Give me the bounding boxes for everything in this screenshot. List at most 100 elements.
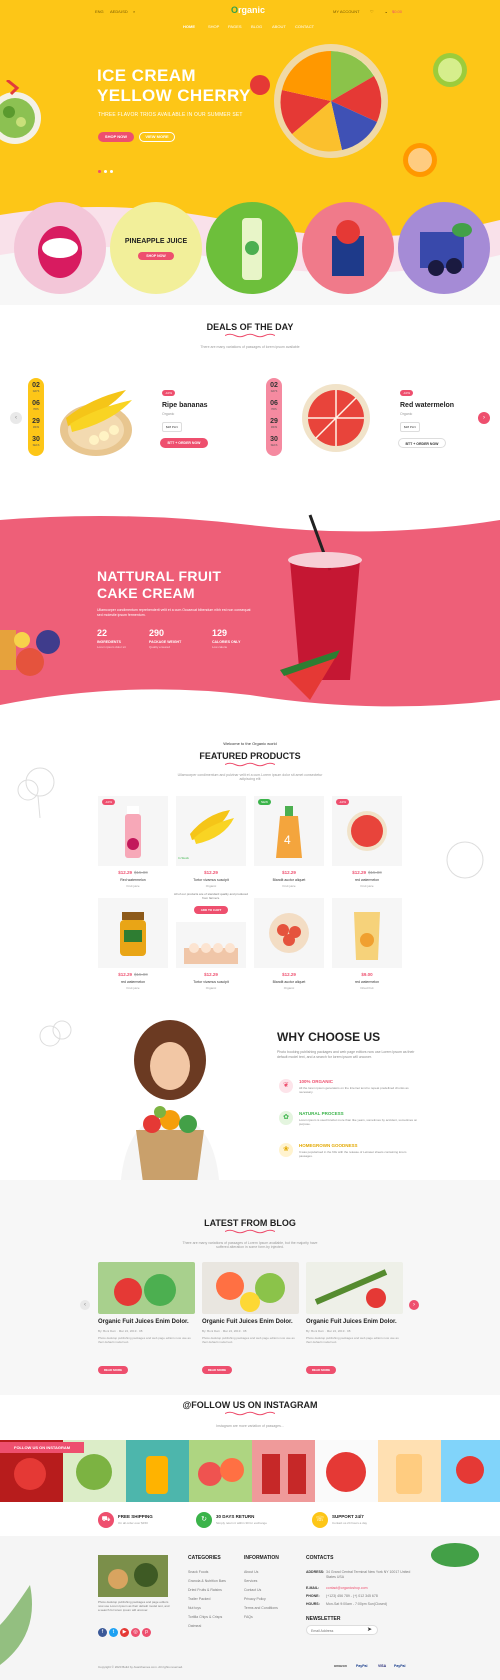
nav-contact[interactable]: CONTACT	[295, 24, 314, 29]
category-yogurt[interactable]	[14, 202, 106, 294]
products-welcome: Welcome to the Organic world	[223, 741, 277, 746]
product-card[interactable]: In Stock	[176, 796, 246, 866]
footer-info-link[interactable]: Terms and Conditions	[244, 1606, 278, 1610]
countdown-label: HRS	[33, 408, 39, 411]
homegrown-icon: ❀	[279, 1143, 293, 1157]
instagram-follow-label[interactable]: FOLLOW US ON INSTAGRAM	[0, 1442, 85, 1453]
slider-dots[interactable]	[98, 170, 118, 173]
footer-about-text: Photo desktop publishing packages and pa…	[98, 1600, 170, 1612]
nav-about[interactable]: ABOUT	[272, 24, 286, 29]
add-to-cart-button[interactable]: ADD TO CART	[194, 906, 228, 914]
hero-subtitle: THREE FLAVOR TRIOS AVAILABLE IN OUR SUMM…	[98, 112, 243, 118]
blog-prev-arrow[interactable]: ‹	[80, 1300, 90, 1310]
blog-post-image[interactable]	[306, 1262, 403, 1314]
lime-image	[433, 53, 467, 87]
read-more-button[interactable]: READ MORE	[202, 1366, 232, 1374]
view-more-button[interactable]: VIEW MORE	[139, 132, 175, 142]
order-now-button[interactable]: BTT + ORDER NOW	[160, 438, 208, 448]
product-card[interactable]: -10%	[98, 796, 168, 866]
deal-product-name[interactable]: Ripe bananas	[162, 402, 208, 409]
facebook-icon[interactable]: f	[98, 1628, 107, 1637]
can-icon	[242, 218, 262, 280]
product-name[interactable]: Blandit auctor aliquet	[254, 980, 324, 984]
heart-icon[interactable]: ♡	[370, 9, 374, 14]
footer-category-link[interactable]: Oatmeal	[188, 1624, 201, 1628]
cart-icon[interactable]: ◒	[385, 9, 387, 14]
nav-home[interactable]: HOME	[183, 24, 195, 29]
feature-sub: On all order over $150	[118, 1521, 148, 1525]
shop-now-button[interactable]: SHOP NOW	[98, 132, 134, 142]
product-card[interactable]	[254, 898, 324, 968]
contact-hours: Mon-Sat 9:00am - 7:00pm Sun(Closed)	[326, 1602, 388, 1606]
support-icon: ☏	[312, 1512, 328, 1528]
honey-jar-icon	[120, 912, 146, 956]
post-author: By: Boni Dwn	[202, 1329, 221, 1333]
read-more-button[interactable]: READ MORE	[98, 1366, 128, 1374]
blog-next-arrow[interactable]: ›	[409, 1300, 419, 1310]
footer-info-link[interactable]: Services	[244, 1579, 257, 1583]
product-name[interactable]: Blandit auctor aliquet	[254, 878, 324, 882]
blog-post-image[interactable]	[98, 1262, 195, 1314]
product-card[interactable]	[332, 898, 402, 968]
product-card[interactable]: NEW 4	[254, 796, 324, 866]
blog-post-title[interactable]: Organic Fuit Juices Enim Dolor.	[202, 1319, 293, 1325]
product-category: Organic	[283, 986, 295, 990]
blog-post-image[interactable]	[202, 1262, 299, 1314]
contact-email[interactable]: contact@organicshop.com	[326, 1586, 368, 1590]
footer-category-link[interactable]: Snack Foods	[188, 1570, 208, 1574]
footer-info-link[interactable]: About Us	[244, 1570, 258, 1574]
product-name[interactable]: Tortor vivamus suscipit	[176, 980, 246, 984]
product-card[interactable]	[176, 922, 246, 968]
category-shop-now-button[interactable]: SHOP NOW	[138, 252, 174, 260]
countdown: 02 DAYS 06 HRS 29 MINS 30 SECS	[266, 378, 282, 456]
youtube-icon[interactable]: ▶	[120, 1628, 129, 1637]
order-now-button[interactable]: BTT + ORDER NOW	[398, 438, 446, 448]
category-green-drink[interactable]	[206, 202, 298, 294]
snack-bag-icon	[354, 912, 380, 960]
stat-number: 290	[149, 628, 165, 638]
product-name[interactable]: red watermelon	[98, 980, 168, 984]
deals-prev-arrow[interactable]: ‹	[10, 412, 22, 424]
footer-category-link[interactable]: Tortilla Chips & Crisps	[188, 1615, 222, 1619]
search-icon[interactable]: ⌕	[133, 9, 135, 14]
instagram-icon[interactable]: ◎	[131, 1628, 140, 1637]
twitter-icon[interactable]: t	[109, 1628, 118, 1637]
send-icon[interactable]: ➤	[367, 1626, 372, 1633]
deal-product-name[interactable]: Red watermelon	[400, 402, 454, 409]
category-tomato[interactable]	[302, 202, 394, 294]
product-name[interactable]: red watermelon	[332, 980, 402, 984]
footer-category-link[interactable]: Granola & Nutrition Bars	[188, 1579, 226, 1583]
newsletter-email-input[interactable]	[311, 1627, 363, 1634]
footer-info-link[interactable]: Contact Us	[244, 1588, 261, 1592]
language-select[interactable]: ENG	[95, 9, 104, 14]
contact-key: HOURS:	[306, 1602, 320, 1606]
account-link[interactable]: MY ACCOUNT	[333, 9, 360, 14]
feature-title-line2: CAKE CREAM	[97, 585, 195, 601]
logo[interactable]: Organic	[231, 5, 265, 15]
banana-icon	[190, 810, 234, 844]
hero-title-line2: YELLOW CHERRY	[97, 86, 251, 105]
product-name[interactable]: Red watermelon	[98, 878, 168, 882]
footer-info-link[interactable]: Privacy Policy	[244, 1597, 266, 1601]
blog-post-title[interactable]: Organic Fuit Juices Enim Dolor.	[98, 1319, 189, 1325]
product-name[interactable]: Tortor vivamus suscipit	[176, 878, 246, 882]
footer-info-link[interactable]: FAQs	[244, 1615, 253, 1619]
blog-post-card: Organic Fuit Juices Enim Dolor. By: Boni…	[98, 1262, 195, 1377]
why-point-title: NATURAL PROCESS	[299, 1111, 344, 1116]
nav-pages[interactable]: PAGES	[228, 24, 242, 29]
footer-category-link[interactable]: Nut toys	[188, 1606, 201, 1610]
price-value: $9.00	[361, 972, 373, 977]
product-name[interactable]: red watermelon	[332, 878, 402, 882]
pinterest-icon[interactable]: p	[142, 1628, 151, 1637]
category-blueberry[interactable]	[398, 202, 490, 294]
category-pineapple-juice[interactable]: PINEAPPLE JUICE SHOP NOW	[110, 202, 202, 294]
read-more-button[interactable]: READ MORE	[306, 1366, 336, 1374]
nav-shop[interactable]: SHOP	[208, 24, 219, 29]
blog-post-title[interactable]: Organic Fuit Juices Enim Dolor.	[306, 1319, 397, 1325]
footer-category-link[interactable]: Trailer Packed	[188, 1597, 210, 1601]
currency-select[interactable]: AED/USD	[110, 9, 128, 14]
product-card[interactable]: -10%	[332, 796, 402, 866]
nav-blog[interactable]: BLOG	[251, 24, 262, 29]
footer-category-link[interactable]: Dried Fruits & Raisins	[188, 1588, 222, 1592]
product-card[interactable]	[98, 898, 168, 968]
